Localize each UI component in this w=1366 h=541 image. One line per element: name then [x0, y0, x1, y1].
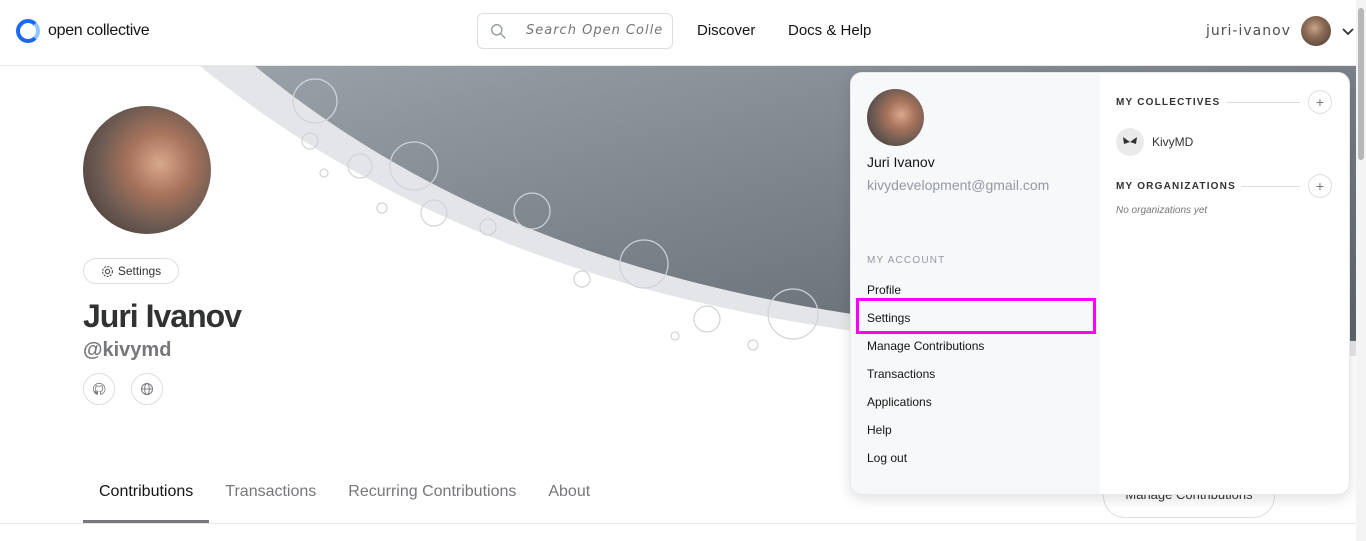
settings-button-label: Settings — [117, 264, 162, 278]
nav-docs-help-link[interactable]: Docs & Help — [788, 22, 871, 39]
plus-icon: + — [1315, 178, 1325, 194]
dropdown-avatar — [867, 89, 924, 146]
top-navigation-bar: open collective Discover Docs & Help jur… — [0, 0, 1356, 66]
account-panel: Juri Ivanov kivydevelopment@gmail.com MY… — [851, 73, 1100, 494]
collective-name: KivyMD — [1152, 135, 1194, 149]
add-collective-button[interactable]: + — [1308, 90, 1332, 114]
menu-item-settings[interactable]: Settings — [867, 311, 910, 325]
my-collectives-heading: MY COLLECTIVES — [1116, 97, 1221, 108]
tabs-divider — [0, 523, 1356, 524]
tab-recurring-contributions[interactable]: Recurring Contributions — [332, 478, 532, 523]
organizations-divider — [1241, 186, 1300, 187]
butterfly-icon — [1123, 137, 1137, 144]
add-organization-button[interactable]: + — [1308, 174, 1332, 198]
plus-icon: + — [1315, 94, 1325, 110]
my-account-heading: MY ACCOUNT — [867, 255, 946, 266]
page-scrollbar[interactable] — [1356, 0, 1366, 541]
menu-item-manage-contributions[interactable]: Manage Contributions — [867, 339, 984, 353]
profile-handle: @kivymd — [83, 339, 172, 361]
profile-settings-button[interactable]: Settings — [83, 258, 179, 284]
logo-icon — [16, 19, 40, 43]
github-icon — [92, 382, 106, 395]
user-avatar — [1300, 16, 1331, 46]
user-menu-toggle[interactable]: juri-ivanov — [1206, 16, 1355, 46]
search-box[interactable] — [477, 13, 673, 49]
no-organizations-text: No organizations yet — [1116, 205, 1208, 216]
search-icon — [491, 24, 506, 39]
user-dropdown-menu: Juri Ivanov kivydevelopment@gmail.com MY… — [850, 72, 1350, 495]
kivymd-logo — [1116, 128, 1144, 156]
search-input[interactable] — [526, 23, 666, 38]
dropdown-user-email: kivydevelopment@gmail.com — [867, 177, 1050, 193]
website-link[interactable] — [131, 373, 163, 405]
collective-item-kivymd[interactable]: KivyMD — [1116, 128, 1193, 156]
dropdown-user-name: Juri Ivanov — [867, 154, 935, 170]
tab-transactions[interactable]: Transactions — [209, 478, 332, 523]
collectives-divider — [1226, 102, 1300, 103]
tab-about[interactable]: About — [532, 478, 606, 523]
profile-tabs: Contributions Transactions Recurring Con… — [83, 478, 606, 523]
profile-avatar — [83, 106, 211, 234]
scrollbar-thumb[interactable] — [1358, 8, 1364, 160]
menu-item-transactions[interactable]: Transactions — [867, 367, 935, 381]
username-label: juri-ivanov — [1206, 23, 1291, 39]
collectives-panel: MY COLLECTIVES + KivyMD MY ORGANIZATIONS… — [1100, 73, 1349, 494]
menu-item-log-out[interactable]: Log out — [867, 451, 907, 465]
menu-item-applications[interactable]: Applications — [867, 395, 932, 409]
github-link[interactable] — [83, 373, 115, 405]
logo-text: open collective — [48, 22, 150, 39]
menu-item-help[interactable]: Help — [867, 423, 892, 437]
my-organizations-heading: MY ORGANIZATIONS — [1116, 181, 1236, 192]
tab-contributions[interactable]: Contributions — [83, 478, 210, 523]
menu-item-profile[interactable]: Profile — [867, 283, 901, 297]
gear-icon — [101, 265, 113, 277]
nav-discover-link[interactable]: Discover — [697, 22, 755, 39]
globe-icon — [141, 383, 153, 395]
chevron-down-icon — [1342, 28, 1354, 36]
open-collective-logo[interactable]: open collective — [16, 19, 150, 43]
profile-name: Juri Ivanov — [83, 298, 242, 334]
